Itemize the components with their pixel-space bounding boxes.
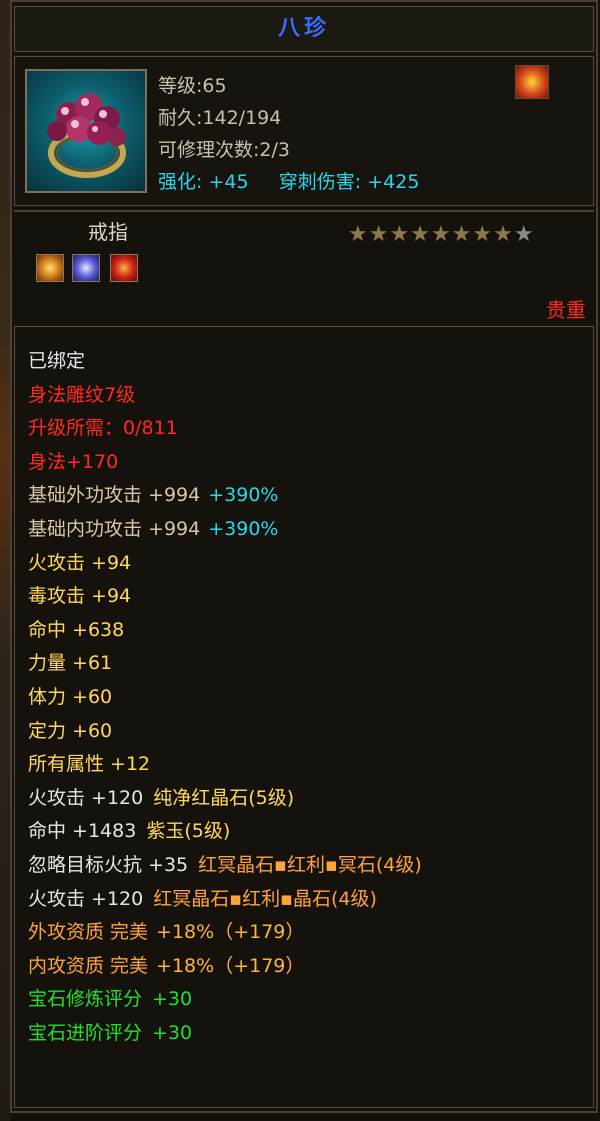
attribute-line: 力量 +61 [28, 651, 112, 675]
attribute-line: 定力 +60 [28, 719, 112, 743]
attribute-text: 忽略目标火抗 +35 [28, 854, 189, 876]
star-icon: ★ [451, 222, 473, 247]
attribute-text: 毒攻击 +94 [28, 585, 132, 608]
moon-gem-icon[interactable] [72, 254, 100, 282]
attribute-gem: 纯净红晶石(5级) [153, 786, 295, 809]
star-icon: ★ [472, 222, 494, 247]
attribute-line: 火攻击 +120 红冥晶石▪红利▪晶石(4级) [28, 887, 377, 911]
attribute-line: 升级所需：0/811 [28, 416, 178, 440]
attribute-line: 宝石修炼评分 +30 [28, 987, 192, 1011]
attribute-text: 宝石修炼评分 [28, 988, 143, 1011]
attribute-line: 毒攻击 +94 [28, 584, 131, 608]
pierce-value: +425 [367, 171, 420, 193]
attribute-text: 火攻击 +120 [28, 887, 144, 910]
attribute-line: 忽略目标火抗 +35 红冥晶石▪红利▪冥石(4级) [28, 853, 422, 877]
attribute-list: 已绑定身法雕纹7级升级所需：0/811 身法+170 基础外功攻击 +994 +390… [14, 326, 594, 1108]
attribute-line: 身法雕纹7级 [28, 383, 135, 407]
attribute-line: 已绑定 [28, 349, 85, 373]
attribute-bonus: +390% [208, 484, 279, 507]
attribute-bonus: +390% [208, 518, 279, 540]
attribute-text: 外攻资质 完美 [28, 921, 149, 944]
attribute-text: 基础外功攻击 +994 [28, 484, 201, 507]
star-icon: ★ [410, 222, 431, 247]
background-edge [0, 0, 10, 1121]
attribute-text: 体力 +60 [28, 686, 113, 708]
attribute-score: +30 [152, 1022, 193, 1044]
attribute-text: 命中 +1483 [28, 820, 137, 843]
attribute-score: +30 [152, 988, 193, 1011]
pierce-label: 穿刺伤害: [278, 171, 362, 193]
attribute-line: 内攻资质 完美 +18%（+179） [28, 954, 304, 978]
attribute-gem: 红冥晶石▪红利▪晶石(4级) [153, 887, 377, 910]
attribute-line: 体力 +60 [28, 685, 112, 709]
sun-gem-icon[interactable] [36, 254, 64, 282]
attribute-line: 外攻资质 完美 +18%（+179） [28, 920, 304, 944]
attribute-text: 火攻击 +94 [28, 551, 132, 574]
attribute-line: 基础内功攻击 +994 +390% [28, 517, 278, 541]
star-icon: ★ [368, 222, 390, 247]
item-repair-count: 可修理次数:2/3 [158, 139, 290, 161]
attribute-text: 定力 +60 [28, 719, 113, 742]
attribute-line: 宝石进阶评分 +30 [28, 1021, 192, 1045]
star-icon: ★ [513, 222, 535, 247]
attribute-gem: 红冥晶石▪红利▪冥石(4级) [198, 854, 422, 876]
section-divider [14, 210, 594, 212]
attribute-gem: 紫玉(5级) [146, 820, 231, 843]
item-rarity: 贵重 [546, 298, 586, 322]
attribute-text: 升级所需：0/811 [28, 417, 178, 440]
attribute-line: 火攻击 +94 [28, 551, 131, 575]
attribute-line: 所有属性 +12 [28, 752, 150, 776]
item-name: 八珍 [277, 16, 330, 41]
attribute-line: 火攻击 +120 纯净红晶石(5级) [28, 786, 294, 810]
item-durability: 耐久:142/194 [158, 107, 282, 129]
star-icon: ★ [430, 222, 452, 247]
attribute-text: 身法雕纹7级 [28, 383, 136, 406]
attribute-text: 基础内功攻击 +994 [28, 518, 201, 540]
item-tooltip: 八珍 等级:65 耐久:142/194 可修理次数:2/3 强化: +45 穿刺… [0, 0, 600, 1121]
pearl-ring-icon [25, 69, 147, 193]
item-type: 戒指 [88, 220, 128, 244]
star-icon: ★ [493, 222, 514, 247]
item-header: 等级:65 耐久:142/194 可修理次数:2/3 强化: +45 穿刺伤害:… [14, 56, 594, 206]
attribute-quality-bonus: +18%（+179） [156, 921, 305, 944]
star-icon: ★ [348, 222, 369, 247]
enhance-value: +45 [208, 171, 249, 193]
flame-badge-icon [515, 65, 549, 99]
enhance-label: 强化: [158, 171, 203, 193]
item-title-bar: 八珍 [14, 6, 594, 52]
attribute-text: 力量 +61 [28, 652, 113, 675]
fire-gem-icon[interactable] [110, 254, 138, 282]
star-rating: ★★★★★★★★★ [348, 222, 535, 247]
attribute-text: 火攻击 +120 [28, 786, 144, 809]
attribute-line: 身法+170 [28, 450, 118, 474]
star-icon: ★ [389, 222, 411, 247]
attribute-text: 所有属性 +12 [28, 753, 151, 776]
attribute-text: 已绑定 [28, 350, 86, 372]
attribute-text: 命中 +638 [28, 618, 125, 641]
enhance-stat: 强化: +45 穿刺伤害: +425 [158, 167, 419, 194]
item-type-panel: 戒指 ★★★★★★★★★ 贵重 [14, 214, 594, 322]
attribute-text: 身法+170 [28, 450, 119, 473]
attribute-line: 命中 +1483 紫玉(5级) [28, 819, 230, 843]
item-level: 等级:65 [158, 75, 227, 97]
attribute-text: 内攻资质 完美 [28, 954, 149, 977]
attribute-line: 基础外功攻击 +994 +390% [28, 483, 278, 507]
attribute-text: 宝石进阶评分 [28, 1022, 143, 1044]
attribute-line: 命中 +638 [28, 618, 124, 642]
attribute-quality-bonus: +18%（+179） [156, 954, 305, 977]
